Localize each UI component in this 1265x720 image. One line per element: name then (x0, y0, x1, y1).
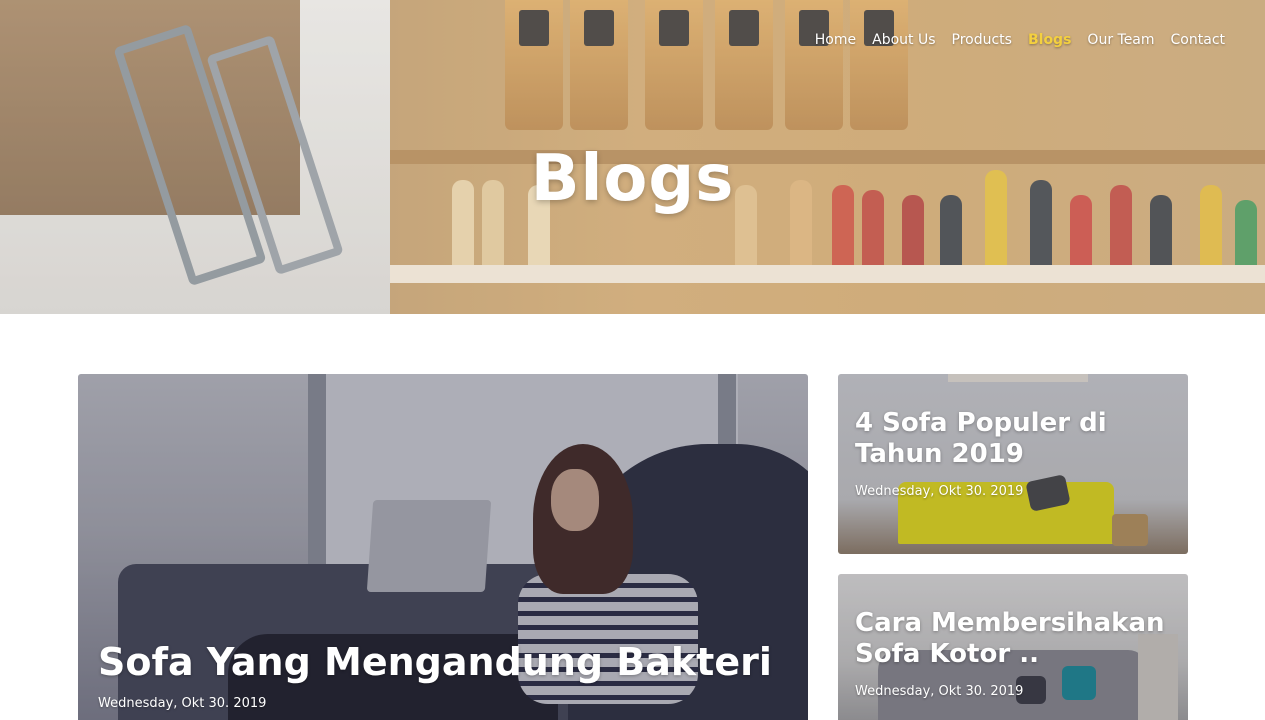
nav-products[interactable]: Products (952, 32, 1012, 48)
post-date: Wednesday, Okt 30. 2019 (855, 484, 1024, 499)
hero-banner: Home About Us Products Blogs Our Team Co… (0, 0, 1265, 314)
main-nav: Home About Us Products Blogs Our Team Co… (815, 32, 1225, 48)
featured-post-card[interactable]: Sofa Yang Mengandung Bakteri Wednesday, … (78, 374, 808, 720)
post-date: Wednesday, Okt 30. 2019 (855, 684, 1024, 699)
post-title[interactable]: Cara Membersihakan Sofa Kotor .. (855, 608, 1185, 670)
nav-blogs[interactable]: Blogs (1028, 32, 1071, 48)
post-title[interactable]: Sofa Yang Mengandung Bakteri (98, 640, 772, 686)
post-date: Wednesday, Okt 30. 2019 (98, 696, 267, 711)
nav-about-us[interactable]: About Us (872, 32, 935, 48)
nav-our-team[interactable]: Our Team (1087, 32, 1154, 48)
side-post-card[interactable]: 4 Sofa Populer di Tahun 2019 Wednesday, … (838, 374, 1188, 554)
nav-contact[interactable]: Contact (1171, 32, 1225, 48)
nav-home[interactable]: Home (815, 32, 856, 48)
page-title: Blogs (530, 142, 735, 216)
post-title[interactable]: 4 Sofa Populer di Tahun 2019 (855, 408, 1175, 470)
side-post-card[interactable]: Cara Membersihakan Sofa Kotor .. Wednesd… (838, 574, 1188, 720)
